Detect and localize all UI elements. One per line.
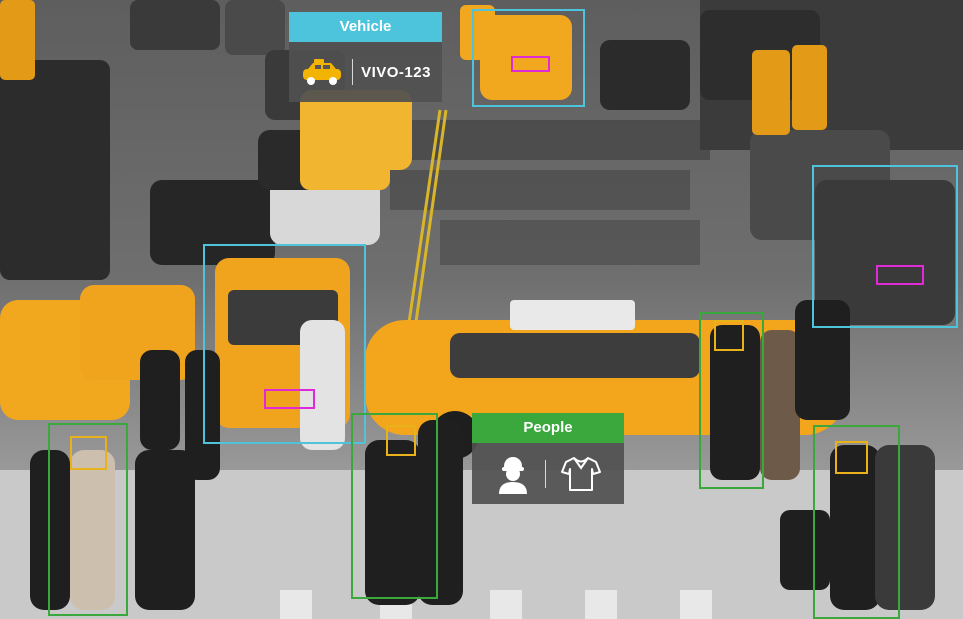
face-detection-box [714, 320, 744, 351]
pedestrian [140, 350, 180, 450]
panel-divider [544, 459, 546, 488]
traffic-light [792, 45, 827, 130]
crosswalk-stripe [680, 590, 712, 619]
person-icon [495, 454, 531, 494]
parked-car [130, 0, 220, 50]
parked-car [0, 60, 110, 280]
traffic-light [0, 0, 35, 80]
taxi-roof-sign [510, 300, 635, 330]
panel-divider [352, 59, 354, 85]
pedestrian [760, 330, 800, 480]
people-panel-body [472, 443, 624, 504]
people-info-panel: People [472, 413, 624, 504]
traffic-light [752, 50, 790, 135]
taxi-window [450, 333, 700, 378]
road-shadow [380, 120, 710, 160]
license-plate-box [264, 389, 315, 409]
people-panel-title: People [523, 419, 573, 436]
crosswalk-stripe [280, 590, 312, 619]
crosswalk-stripe [585, 590, 617, 619]
face-detection-box [386, 425, 416, 456]
face-detection-box [70, 436, 107, 470]
face-detection-box [835, 441, 868, 474]
vehicle-detection-box [812, 165, 958, 328]
crosswalk-stripe [490, 590, 522, 619]
people-panel-header: People [472, 413, 624, 443]
taxi-icon [300, 57, 344, 87]
vehicle-panel-header: Vehicle [289, 12, 442, 42]
taxi [300, 120, 390, 190]
license-plate-box [511, 56, 550, 72]
vehicle-panel-body: VIVO-123 [289, 42, 442, 102]
vehicle-detection-box [203, 244, 366, 444]
vehicle-info-panel: Vehicle VIVO-123 [289, 12, 442, 102]
parked-car [600, 40, 690, 110]
license-plate-box [876, 265, 924, 285]
parked-car [225, 0, 285, 55]
road-shadow [440, 220, 700, 265]
license-plate-text: VIVO-123 [361, 63, 431, 81]
shirt-icon [560, 455, 602, 493]
pedestrian [135, 450, 195, 610]
vehicle-panel-title: Vehicle [339, 18, 392, 35]
